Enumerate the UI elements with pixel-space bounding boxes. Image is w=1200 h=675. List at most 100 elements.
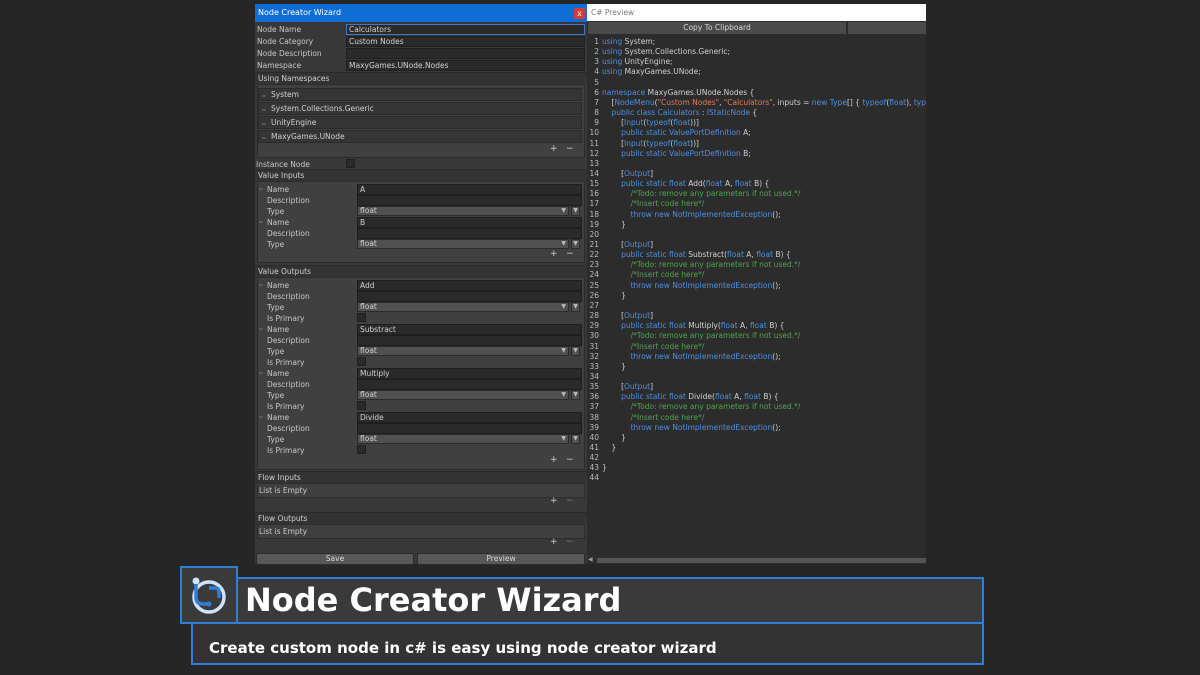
port-type-dropdown[interactable]: float ▼ bbox=[357, 390, 569, 400]
code-line: public static ValuePortDefinition B; bbox=[621, 148, 751, 158]
type-menu-button[interactable]: ▼ bbox=[571, 390, 580, 400]
port-type-dropdown[interactable]: float ▼ bbox=[357, 206, 569, 216]
remove-icon[interactable]: − bbox=[566, 496, 574, 506]
port-description-field[interactable] bbox=[357, 228, 582, 239]
drag-handle-icon[interactable]: ═ bbox=[259, 186, 263, 193]
type-menu-button[interactable]: ▼ bbox=[571, 434, 580, 444]
line-number: 2 bbox=[594, 47, 599, 57]
port-name-field[interactable]: Add bbox=[357, 280, 582, 291]
list-item[interactable]: ═ MaxyGames.UNode bbox=[258, 130, 582, 143]
remove-icon[interactable]: − bbox=[566, 455, 574, 465]
port-description-field[interactable] bbox=[357, 379, 582, 390]
type-menu-button[interactable]: ▼ bbox=[571, 346, 580, 356]
line-number: 23 bbox=[589, 260, 599, 270]
port-name-field[interactable]: B bbox=[357, 217, 582, 228]
code-view[interactable]: 1 using System; 2 using System.Collections.… bbox=[587, 36, 926, 556]
name-label: Name bbox=[267, 413, 290, 422]
code-line: throw new NotImplementedException(); bbox=[630, 422, 781, 432]
list-item[interactable]: ═ System bbox=[258, 88, 582, 101]
save-button[interactable]: Save bbox=[256, 553, 414, 565]
port-description-field[interactable] bbox=[357, 195, 582, 206]
port-description-field[interactable] bbox=[357, 291, 582, 302]
list-item[interactable]: ═ UnityEngine bbox=[258, 116, 582, 129]
namespace-label: MaxyGames.UNode bbox=[271, 132, 345, 141]
port-name-field[interactable]: Multiply bbox=[357, 368, 582, 379]
port-type-dropdown[interactable]: float ▼ bbox=[357, 434, 569, 444]
field-label: Node Description bbox=[257, 49, 322, 58]
code-line: using System.Collections.Generic; bbox=[602, 47, 731, 57]
drag-handle-icon[interactable]: ═ bbox=[259, 219, 263, 226]
csharp-preview-panel: C# Preview Copy To Clipboard 1 using Syst… bbox=[587, 4, 926, 564]
field-input[interactable]: MaxyGames.UNode.Nodes bbox=[346, 60, 585, 71]
type-value: float bbox=[360, 346, 377, 355]
preview-button[interactable]: Preview bbox=[417, 553, 585, 565]
add-icon[interactable]: + bbox=[550, 144, 558, 154]
add-icon[interactable]: + bbox=[550, 496, 558, 506]
port-description-field[interactable] bbox=[357, 335, 582, 346]
port-type-dropdown[interactable]: float ▼ bbox=[357, 302, 569, 312]
port-name-field[interactable]: A bbox=[357, 184, 582, 195]
code-line: /*Todo: remove any parameters if not use… bbox=[630, 260, 801, 270]
port-name-field[interactable]: Substract bbox=[357, 324, 582, 335]
is-primary-checkbox[interactable] bbox=[357, 357, 366, 366]
drag-handle-icon[interactable]: ═ bbox=[259, 326, 263, 333]
field-input[interactable] bbox=[346, 48, 585, 59]
port-type-dropdown[interactable]: float ▼ bbox=[357, 346, 569, 356]
instance-node-checkbox[interactable] bbox=[346, 159, 355, 168]
chevron-down-icon: ▼ bbox=[561, 207, 566, 214]
is-primary-checkbox[interactable] bbox=[357, 401, 366, 410]
name-label: Name bbox=[267, 281, 290, 290]
line-number: 27 bbox=[589, 300, 599, 310]
line-number: 6 bbox=[594, 87, 599, 97]
type-menu-button[interactable]: ▼ bbox=[571, 239, 580, 249]
is-primary-checkbox[interactable] bbox=[357, 313, 366, 322]
code-line: } bbox=[602, 432, 626, 442]
banner-subtitle: Create custom node in c# is easy using n… bbox=[209, 639, 717, 657]
drag-handle-icon[interactable]: ═ bbox=[262, 119, 266, 130]
remove-icon[interactable]: − bbox=[566, 249, 574, 259]
code-line: public class Calculators : IStaticNode { bbox=[611, 108, 758, 118]
port-name-field[interactable]: Divide bbox=[357, 412, 582, 423]
line-number: 40 bbox=[589, 432, 599, 442]
copy-to-clipboard-button[interactable]: Copy To Clipboard bbox=[588, 22, 846, 34]
type-menu-button[interactable]: ▼ bbox=[571, 302, 580, 312]
chevron-down-icon: ▼ bbox=[561, 303, 566, 310]
line-number: 9 bbox=[594, 118, 599, 128]
scrollbar-thumb[interactable] bbox=[597, 558, 926, 563]
chevron-down-icon: ▼ bbox=[561, 435, 566, 442]
window-titlebar[interactable]: Node Creator Wizard x bbox=[255, 4, 587, 22]
line-number: 41 bbox=[589, 443, 599, 452]
line-number: 38 bbox=[589, 412, 599, 422]
is-primary-checkbox[interactable] bbox=[357, 445, 366, 454]
port-description-field[interactable] bbox=[357, 423, 582, 434]
drag-handle-icon[interactable]: ═ bbox=[262, 91, 266, 102]
drag-handle-icon[interactable]: ═ bbox=[259, 282, 263, 289]
remove-icon[interactable]: − bbox=[566, 537, 574, 547]
flow-outputs-empty: List is Empty bbox=[259, 527, 308, 536]
port-type-dropdown[interactable]: float ▼ bbox=[357, 239, 569, 249]
code-line: public static float Multiply(float A, fl… bbox=[621, 321, 785, 331]
code-line: } bbox=[602, 361, 626, 371]
list-item[interactable]: ═ System.Collections.Generic bbox=[258, 102, 582, 115]
close-button[interactable]: x bbox=[574, 8, 585, 19]
drag-handle-icon[interactable]: ═ bbox=[259, 370, 263, 377]
add-icon[interactable]: + bbox=[550, 455, 558, 465]
drag-handle-icon[interactable]: ═ bbox=[259, 414, 263, 421]
add-icon[interactable]: + bbox=[550, 537, 558, 547]
value-outputs-header: Value Outputs bbox=[255, 265, 587, 277]
add-icon[interactable]: + bbox=[550, 249, 558, 259]
line-number: 34 bbox=[589, 371, 599, 381]
drag-handle-icon[interactable]: ═ bbox=[262, 105, 266, 116]
horizontal-scrollbar[interactable]: ◀ bbox=[587, 556, 926, 564]
line-number: 43 bbox=[589, 463, 599, 473]
scroll-left-icon[interactable]: ◀ bbox=[588, 556, 593, 563]
unode-logo-icon bbox=[180, 566, 238, 624]
field-input[interactable]: Calculators bbox=[346, 24, 585, 35]
line-number: 26 bbox=[589, 290, 599, 300]
drag-handle-icon[interactable]: ═ bbox=[262, 133, 266, 144]
remove-icon[interactable]: − bbox=[566, 144, 574, 154]
field-input[interactable]: Custom Nodes bbox=[346, 36, 585, 47]
type-menu-button[interactable]: ▼ bbox=[571, 206, 580, 216]
is-primary-label: Is Primary bbox=[267, 402, 305, 411]
flow-inputs-empty: List is Empty bbox=[259, 486, 308, 495]
